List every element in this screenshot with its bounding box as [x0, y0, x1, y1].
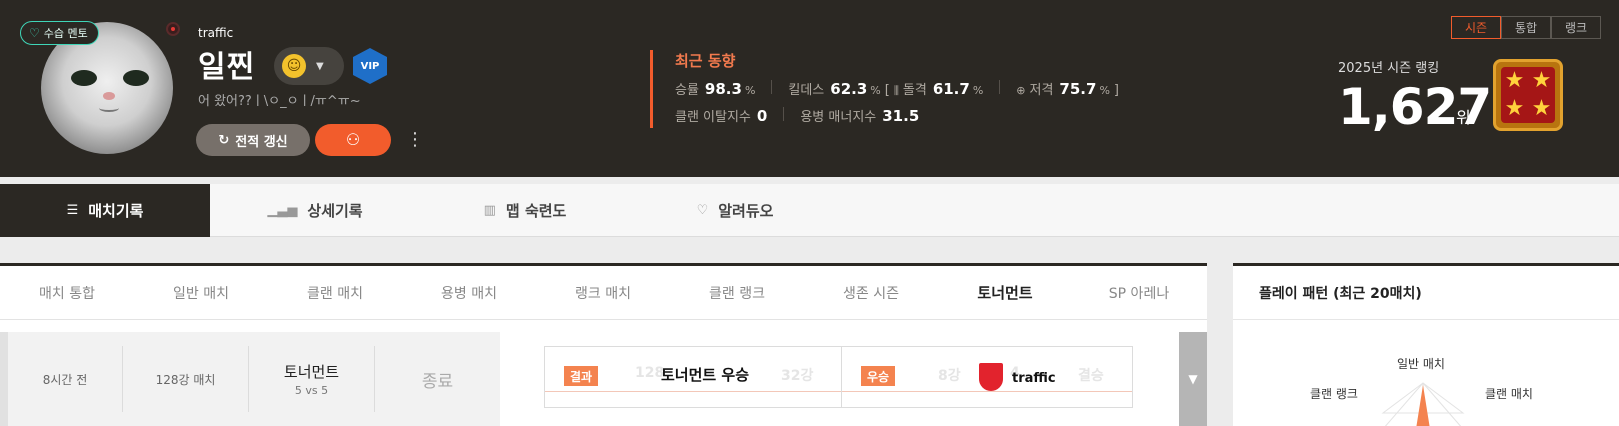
recent-trend: 최근 동향 승률 98.3 % 킬데스 62.3 % [ ⫼ 돌격 61.7 %…: [650, 50, 1123, 128]
assault-value: 61.7: [932, 80, 970, 98]
radar-label-normal: 일반 매치: [1397, 357, 1445, 371]
main-nav: ☰ 매치기록 ▁▃▅ 상세기록 ▥ 맵 숙련도 ♡ 알려듀오: [0, 184, 1619, 237]
chevron-down-icon: ▼: [316, 60, 324, 72]
radar-area: [1416, 385, 1430, 426]
add-friend-button[interactable]: ⚇: [315, 124, 391, 156]
match-round: 128강 매치: [123, 346, 249, 412]
tab-detail-record[interactable]: ▁▃▅ 상세기록: [210, 184, 420, 237]
refresh-record-button[interactable]: ↻ 전적 갱신: [196, 124, 310, 156]
rifle-icon: ⫼: [893, 84, 899, 97]
trend-title: 최근 동향: [675, 52, 736, 70]
clan-name[interactable]: traffic: [198, 26, 233, 40]
status-message: 어 왔어??ㅣ\ㅇ_ㅇㅣ/ㅠ^ㅠ~: [198, 94, 361, 109]
tab-match-all[interactable]: 매치 통합: [0, 283, 134, 303]
kd-value: 62.3: [830, 80, 868, 98]
play-pattern-panel: 플레이 패턴 (최근 20매치) 일반 매치 클랜 랭크 클랜 매치: [1233, 263, 1619, 426]
match-record-panel: 매치 통합 일반 매치 클랜 매치 용병 매치 랭크 매치 클랜 랭크 생존 시…: [0, 263, 1207, 426]
radar-chart: [1381, 382, 1465, 426]
tab-match-rank[interactable]: 랭크 매치: [536, 283, 670, 303]
tab-map-proficiency[interactable]: ▥ 맵 숙련도: [420, 184, 630, 237]
winner-card: 8강 4 결승 우승 traffic: [841, 346, 1133, 408]
radar-label-clan-rank: 클랜 랭크: [1310, 387, 1358, 401]
tab-match-clan[interactable]: 클랜 매치: [268, 283, 402, 303]
chevron-down-icon: ▼: [1188, 372, 1198, 386]
tab-total[interactable]: 통합: [1501, 16, 1551, 39]
result-card: 128 32강 결과 토너먼트 우승: [544, 346, 842, 408]
mentor-badge: ♡ 수습 멘토: [20, 21, 99, 45]
win-rate-value: 98.3: [704, 80, 742, 98]
merc-manner-value: 31.5: [882, 107, 920, 125]
match-status: 종료: [421, 371, 454, 392]
rank-grade-badge: ★ ★ ★ ★: [1493, 59, 1563, 131]
ranking-type-tabs: 시즌 통합 랭크: [1451, 16, 1601, 39]
handshake-icon: ♡: [29, 26, 40, 40]
tab-match-normal[interactable]: 일반 매치: [134, 283, 268, 303]
crown-emoji-icon: ☺: [282, 54, 306, 78]
tab-season[interactable]: 시즌: [1451, 16, 1501, 39]
emblem-dropdown[interactable]: ☺ ▼: [274, 47, 344, 85]
tab-match-record[interactable]: ☰ 매치기록: [0, 184, 210, 237]
profile-header: ♡ 수습 멘토 traffic 일찐 ☺ ▼ VIP 어 왔어??ㅣ\ㅇ_ㅇㅣ/…: [0, 0, 1619, 177]
result-tag: 결과: [564, 366, 599, 386]
match-time: 8시간 전: [8, 346, 123, 412]
winner-tag: 우승: [861, 366, 896, 386]
tab-match-merc[interactable]: 용병 매치: [402, 283, 536, 303]
star-icon: ★: [1531, 68, 1552, 93]
clan-shield-icon: [979, 363, 1003, 391]
trend-index-row: 클랜 이탈지수 0 용병 매너지수 31.5: [675, 107, 920, 125]
match-type-tabs: 매치 통합 일반 매치 클랜 매치 용병 매치 랭크 매치 클랜 랭크 생존 시…: [0, 266, 1207, 320]
clan-leave-value: 0: [756, 107, 768, 125]
play-pattern-title: 플레이 패턴 (최근 20매치): [1233, 266, 1619, 320]
tab-match-clan-rank[interactable]: 클랜 랭크: [670, 283, 804, 303]
radar-label-clan-match: 클랜 매치: [1485, 387, 1533, 401]
star-icon: ★: [1504, 96, 1525, 121]
refresh-icon: ↻: [218, 132, 230, 148]
tab-duo[interactable]: ♡ 알려듀오: [630, 184, 840, 237]
table-row[interactable]: 8시간 전 128강 매치 토너먼트 5 vs 5 종료 128 32강 결과 …: [0, 332, 1207, 426]
result-title: 토너먼트 우승: [661, 366, 750, 384]
more-options-icon[interactable]: ⋮: [406, 128, 424, 152]
nickname: 일찐: [198, 50, 256, 85]
mentor-badge-label: 수습 멘토: [43, 27, 88, 40]
online-status-dot: [166, 22, 180, 36]
bar-chart-icon: ▁▃▅: [267, 203, 298, 218]
crosshair-icon: ⊕: [1016, 84, 1026, 97]
winner-clan-name[interactable]: traffic: [1012, 371, 1056, 386]
ranking-unit: 위: [1456, 108, 1471, 127]
add-user-icon: ⚇: [345, 132, 361, 149]
match-type: 토너먼트 5 vs 5: [249, 346, 375, 412]
ranking-label: 2025년 시즌 랭킹: [1338, 61, 1440, 76]
map-icon: ▥: [483, 203, 496, 218]
tab-rank[interactable]: 랭크: [1551, 16, 1601, 39]
tournament-results: 128 32강 결과 토너먼트 우승 8강 4 결승 우승 traffic ▼: [500, 332, 1207, 426]
star-icon: ★: [1504, 68, 1525, 93]
list-icon: ☰: [66, 203, 79, 218]
star-icon: ★: [1531, 96, 1552, 121]
heart-handshake-icon: ♡: [696, 203, 709, 218]
vip-badge: VIP: [353, 48, 387, 84]
sniper-value: 75.7: [1059, 80, 1097, 98]
expand-match-button[interactable]: ▼: [1179, 332, 1207, 426]
tab-match-tournament[interactable]: 토너먼트: [938, 282, 1072, 303]
tab-match-sp-arena[interactable]: SP 아레나: [1072, 283, 1206, 303]
tab-match-survival[interactable]: 생존 시즌: [804, 283, 938, 303]
trend-stats-row: 승률 98.3 % 킬데스 62.3 % [ ⫼ 돌격 61.7 % ⊕ 저격 …: [675, 80, 1119, 98]
